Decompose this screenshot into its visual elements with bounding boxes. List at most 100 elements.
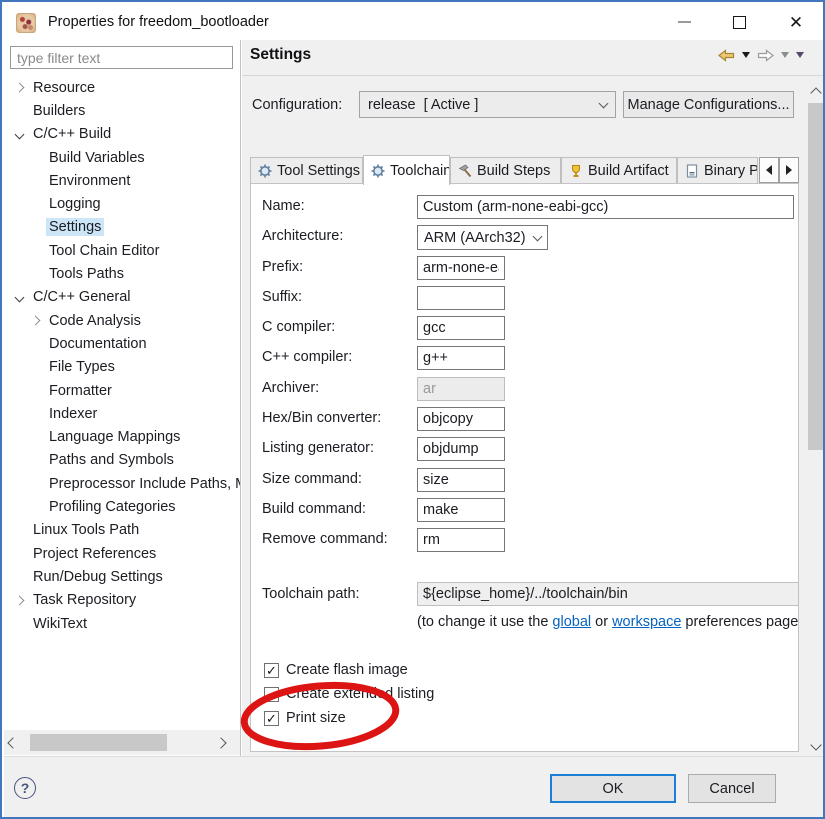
field-input-suffix[interactable] (417, 286, 505, 310)
gear-icon (258, 164, 272, 178)
configuration-value: release [ Active ] (368, 96, 479, 113)
chevron-down-icon[interactable] (14, 292, 25, 303)
tab-build-steps[interactable]: Build Steps (450, 157, 561, 184)
chevron-right-icon[interactable] (14, 595, 25, 606)
scroll-down-button[interactable] (806, 737, 823, 755)
global-preferences-link[interactable]: global (552, 614, 591, 630)
field-label-prefix: Prefix: (262, 259, 304, 275)
filter-input[interactable] (10, 46, 233, 69)
tab-label: Toolchains (390, 162, 449, 179)
field-input-hex-bin-converter[interactable] (417, 407, 505, 431)
vertical-scrollbar-thumb[interactable] (808, 103, 823, 450)
tab-binary-p[interactable]: Binary P (677, 157, 758, 184)
field-label-c-compiler: C++ compiler: (262, 349, 353, 365)
tree-item-c-c-build[interactable]: C/C++ Build (4, 123, 240, 146)
checkbox-create-flash-image[interactable]: ✓ Create flash image (264, 662, 408, 678)
properties-dialog: Properties for freedom_bootloader ✕ Reso… (0, 0, 825, 819)
tab-scroll-right-button[interactable] (779, 157, 799, 183)
tree-item-paths-and-symbols[interactable]: Paths and Symbols (4, 449, 240, 472)
tree-item-task-repository[interactable]: Task Repository (4, 589, 240, 612)
tree-item-label: Environment (49, 172, 131, 189)
field-label-remove-command: Remove command: (262, 531, 388, 547)
help-button[interactable]: ? (14, 777, 36, 799)
field-input-size-command[interactable] (417, 468, 505, 492)
tree-item-label: Resource (33, 79, 96, 96)
tree-item-wikitext[interactable]: WikiText (4, 612, 240, 635)
maximize-button[interactable] (717, 5, 761, 39)
tab-toolchains[interactable]: Toolchains (363, 155, 450, 185)
view-menu-dropdown-icon[interactable] (796, 52, 804, 58)
tree-item-resource[interactable]: Resource (4, 76, 240, 99)
forward-arrow-icon[interactable] (757, 48, 774, 62)
checkbox-print-size[interactable]: ✓ Print size (264, 710, 346, 726)
binary-doc-icon (685, 163, 699, 178)
field-input-build-command[interactable] (417, 498, 505, 522)
forward-history-dropdown-icon[interactable] (781, 52, 789, 58)
configuration-label: Configuration: (252, 97, 343, 113)
tree-item-settings[interactable]: Settings (4, 216, 240, 239)
toolchain-path-field[interactable] (417, 582, 799, 606)
scroll-up-button[interactable] (806, 82, 823, 100)
tree-item-builders[interactable]: Builders (4, 99, 240, 122)
tree-item-preprocessor-include-paths-m[interactable]: Preprocessor Include Paths, M (4, 472, 240, 495)
tree-item-label: Language Mappings (49, 429, 181, 446)
tree-item-label: C/C++ General (33, 289, 131, 306)
horizontal-scrollbar-thumb[interactable] (30, 734, 167, 751)
minimize-button[interactable] (662, 5, 706, 39)
tree-item-tools-paths[interactable]: Tools Paths (4, 262, 240, 285)
configuration-dropdown[interactable]: release [ Active ] (359, 91, 616, 118)
ok-button[interactable]: OK (550, 774, 676, 803)
field-input-name[interactable] (417, 195, 794, 219)
vertical-scrollbar[interactable] (806, 82, 823, 755)
field-label-size-command: Size command: (262, 471, 362, 487)
field-input-remove-command[interactable] (417, 528, 505, 552)
tree-item-indexer[interactable]: Indexer (4, 402, 240, 425)
tree-item-environment[interactable]: Environment (4, 169, 240, 192)
tab-label: Binary P (704, 162, 758, 179)
field-input-prefix[interactable] (417, 256, 505, 280)
tree-item-documentation[interactable]: Documentation (4, 332, 240, 355)
close-button[interactable]: ✕ (774, 5, 818, 39)
chevron-down-icon[interactable] (14, 129, 25, 140)
architecture-dropdown[interactable]: ARM (AArch32) (417, 225, 548, 250)
tree-item-logging[interactable]: Logging (4, 193, 240, 216)
back-history-dropdown-icon[interactable] (742, 52, 750, 58)
cancel-button[interactable]: Cancel (688, 774, 776, 803)
tree-item-label: Settings (46, 218, 105, 237)
chevron-down-icon (809, 738, 822, 751)
tree-item-file-types[interactable]: File Types (4, 356, 240, 379)
field-input-listing-generator[interactable] (417, 437, 505, 461)
tree-item-tool-chain-editor[interactable]: Tool Chain Editor (4, 239, 240, 262)
tree-item-linux-tools-path[interactable]: Linux Tools Path (4, 519, 240, 542)
tree-item-language-mappings[interactable]: Language Mappings (4, 426, 240, 449)
checkbox-label: Create extended listing (286, 686, 435, 702)
workspace-preferences-link[interactable]: workspace (612, 614, 681, 630)
tree-item-project-references[interactable]: Project References (4, 542, 240, 565)
field-label-hex-bin-converter: Hex/Bin converter: (262, 410, 382, 426)
scroll-right-button[interactable] (212, 730, 230, 755)
tree-item-profiling-categories[interactable]: Profiling Categories (4, 495, 240, 518)
tree-item-build-variables[interactable]: Build Variables (4, 146, 240, 169)
unchecked-checkbox-icon[interactable] (264, 686, 279, 702)
back-arrow-icon[interactable] (718, 48, 735, 62)
tree-item-c-c-general[interactable]: C/C++ General (4, 286, 240, 309)
tree-item-label: Profiling Categories (49, 499, 176, 516)
manage-configurations-button[interactable]: Manage Configurations... (623, 91, 794, 118)
tab-tool-settings[interactable]: Tool Settings (250, 157, 363, 184)
tree-item-code-analysis[interactable]: Code Analysis (4, 309, 240, 332)
field-input-c-compiler[interactable] (417, 346, 505, 370)
tree-item-run-debug-settings[interactable]: Run/Debug Settings (4, 565, 240, 588)
tree-item-label: Indexer (49, 405, 98, 422)
tab-scroll-left-button[interactable] (759, 157, 779, 183)
checkbox-create-extended-listing[interactable]: Create extended listing (264, 686, 434, 702)
scroll-left-button[interactable] (4, 730, 22, 755)
chevron-right-icon[interactable] (30, 315, 41, 326)
tree-item-formatter[interactable]: Formatter (4, 379, 240, 402)
chevron-right-icon[interactable] (14, 82, 25, 93)
checked-checkbox-icon[interactable]: ✓ (264, 662, 279, 678)
sidebar-horizontal-scrollbar[interactable] (4, 730, 240, 755)
field-input-c-compiler[interactable] (417, 316, 505, 340)
tab-build-artifact[interactable]: Build Artifact (561, 157, 677, 184)
minimize-icon (677, 21, 691, 23)
checked-checkbox-icon[interactable]: ✓ (264, 710, 279, 726)
